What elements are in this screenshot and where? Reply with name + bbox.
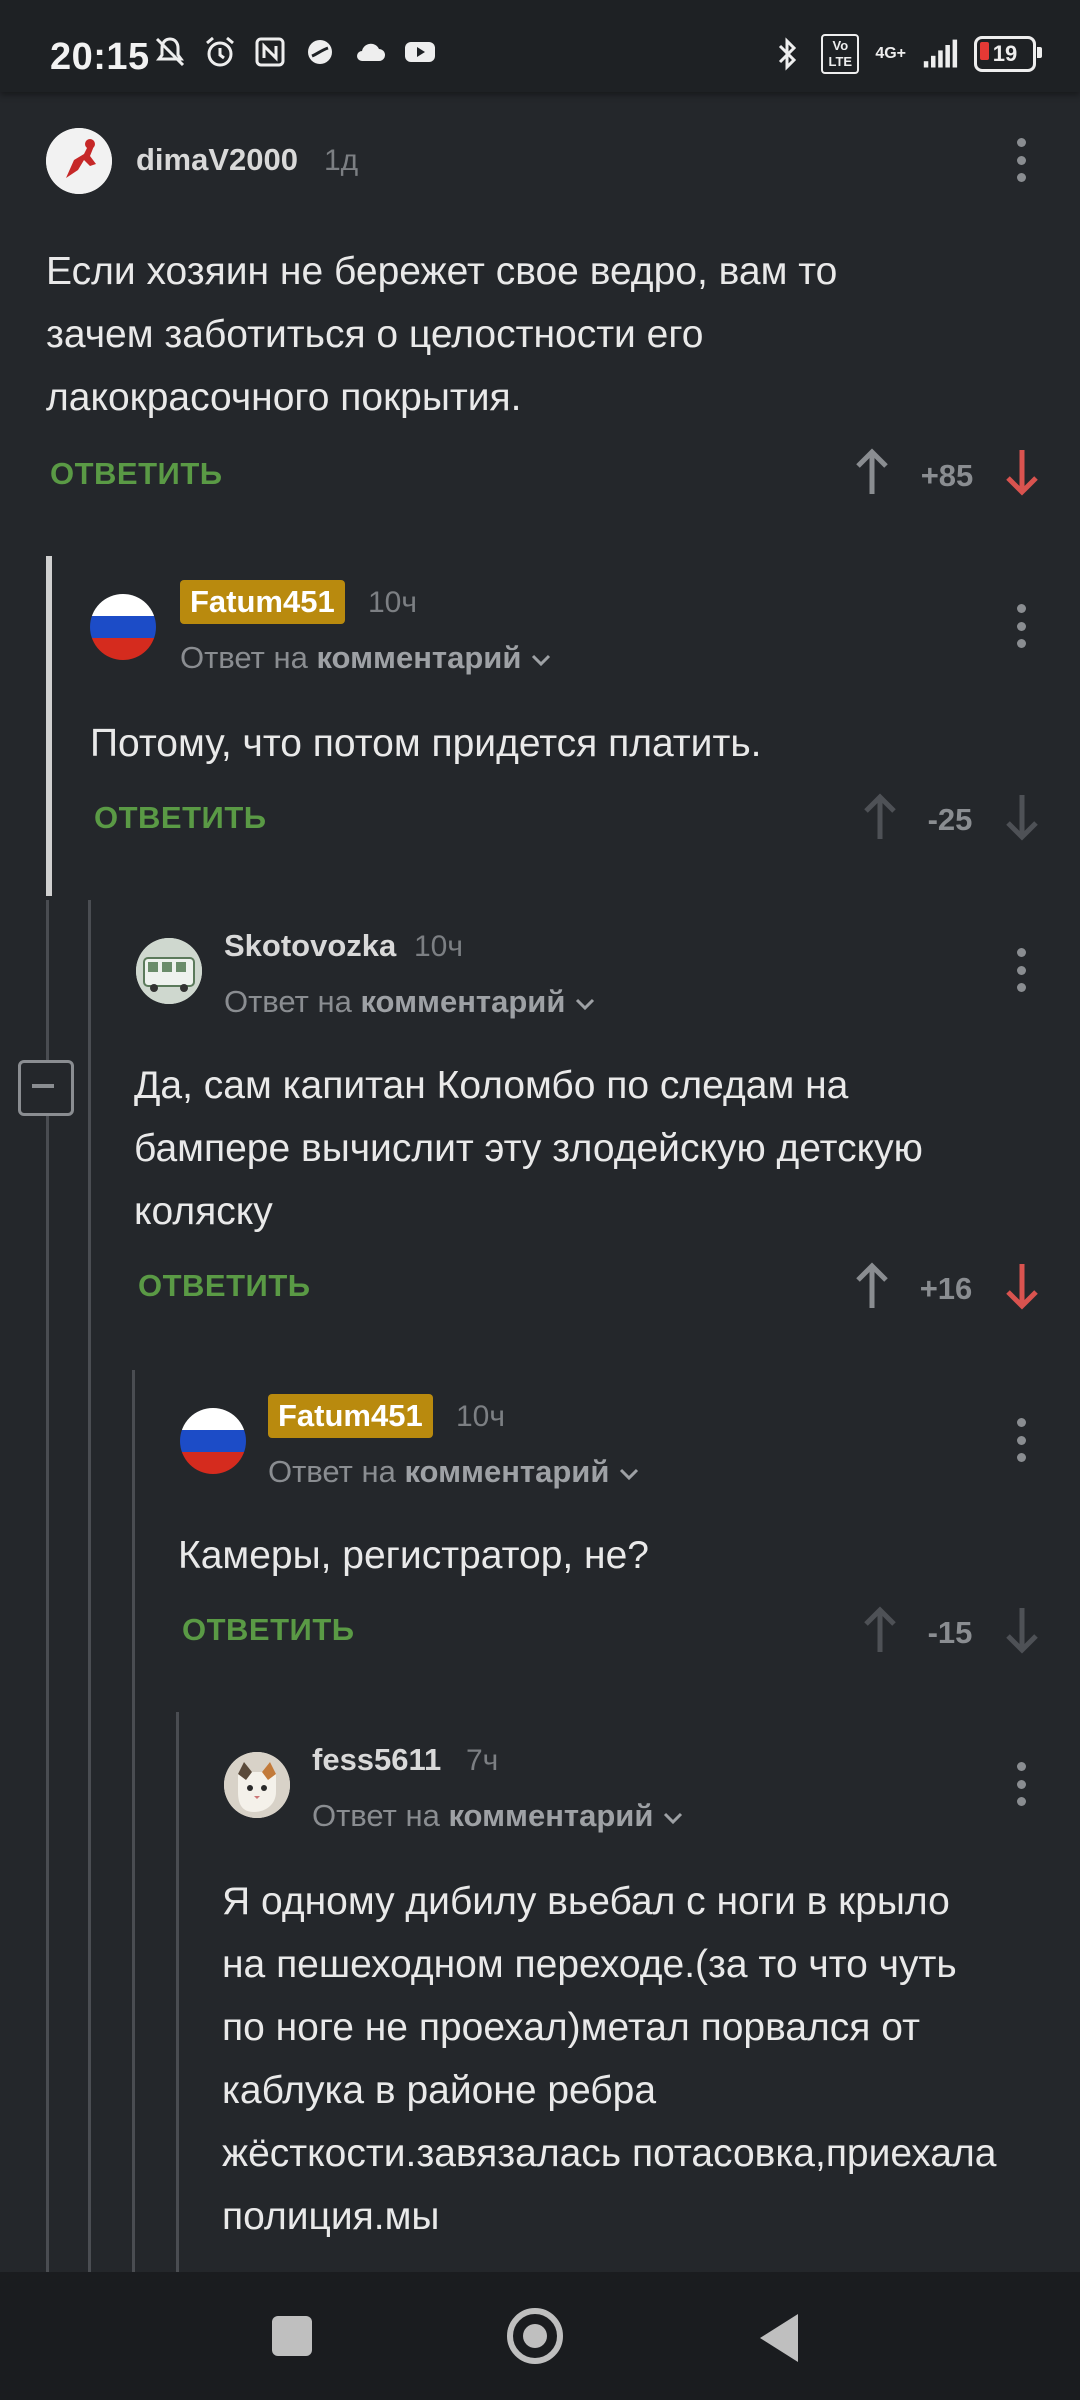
cat-avatar-icon [224, 1752, 290, 1818]
avatar[interactable] [136, 938, 202, 1004]
bus-avatar-icon [136, 938, 202, 1004]
more-options-icon[interactable] [1017, 948, 1027, 992]
username[interactable]: Skotovozka [224, 928, 396, 964]
reply-button[interactable]: ОТВЕТИТЬ [50, 456, 223, 492]
more-options-icon[interactable] [1017, 1762, 1027, 1806]
chevron-down-icon[interactable] [530, 652, 552, 668]
vote-score: -25 [927, 802, 973, 837]
reply-button[interactable]: ОТВЕТИТЬ [138, 1268, 311, 1304]
thread-line-level-2[interactable] [88, 900, 91, 2272]
comment-time: 10ч [368, 586, 417, 619]
reply-to-link[interactable]: Ответ на комментарий [180, 640, 552, 676]
status-bar: 20:15 Vo LTE 4G+ 19 [0, 0, 1080, 92]
comment-text: Потому, что потом придется платить. [90, 722, 762, 765]
username-badge[interactable]: Fatum451 [180, 580, 345, 624]
alarm-icon [202, 34, 238, 70]
more-options-icon[interactable] [1017, 1418, 1027, 1462]
cloud-icon [352, 34, 388, 70]
vote-score: -15 [927, 1615, 973, 1650]
reply-to-label: Ответ на [312, 1798, 440, 1833]
reply-button[interactable]: ОТВЕТИТЬ [182, 1612, 355, 1648]
username[interactable]: dimaV2000 [136, 142, 298, 178]
bluetooth-icon [769, 36, 805, 72]
more-options-icon[interactable] [1017, 604, 1027, 648]
avatar[interactable] [46, 128, 112, 194]
system-navigation-bar [0, 2272, 1080, 2400]
comment-time: 10ч [414, 930, 463, 963]
thread-line-level-3[interactable] [132, 1370, 135, 2272]
signal-icon [922, 36, 958, 72]
avatar[interactable] [224, 1752, 290, 1818]
thread-line-level-4[interactable] [176, 1712, 179, 2272]
status-icons-left [152, 34, 438, 70]
home-button[interactable] [507, 2308, 563, 2364]
avatar[interactable] [90, 594, 156, 660]
more-options-icon[interactable] [1017, 138, 1027, 182]
youtube-icon [402, 34, 438, 70]
reply-to-link[interactable]: Ответ на комментарий [224, 984, 596, 1020]
username-badge[interactable]: Fatum451 [268, 1394, 433, 1438]
back-button[interactable] [760, 2314, 798, 2362]
comment-text: Я одному дибилу вьебал с ноги в крыло на… [222, 1880, 997, 2238]
reply-to-label: Ответ на [180, 640, 308, 675]
chevron-down-icon[interactable] [662, 1810, 684, 1826]
chevron-down-icon[interactable] [618, 1466, 640, 1482]
upvote-icon[interactable] [852, 1262, 892, 1310]
status-time: 20:15 [50, 36, 150, 78]
reply-to-target[interactable]: комментарий [404, 1454, 609, 1489]
reply-to-label: Ответ на [268, 1454, 396, 1489]
comment-text: Камеры, регистратор, не? [178, 1534, 649, 1577]
russian-flag-icon [90, 594, 156, 660]
comment-time: 7ч [466, 1744, 499, 1777]
comment-time: 1д [324, 144, 359, 177]
reply-to-target[interactable]: комментарий [316, 640, 521, 675]
comment-text: Если хозяин не бережет свое ведро, вам т… [46, 250, 838, 419]
reply-to-target[interactable]: комментарий [448, 1798, 653, 1833]
vote-score: +16 [919, 1271, 973, 1306]
volte-label: Vo LTE [821, 34, 860, 74]
reply-to-label: Ответ на [224, 984, 352, 1019]
network-type: 4G+ [875, 45, 906, 62]
reply-button[interactable]: ОТВЕТИТЬ [94, 800, 267, 836]
nfc-icon [252, 34, 288, 70]
recent-apps-button[interactable] [272, 2316, 312, 2356]
comment-time: 10ч [456, 1400, 505, 1433]
status-icons-right: Vo LTE 4G+ 19 [769, 34, 1042, 74]
vote-score: +85 [920, 458, 974, 493]
upvote-icon[interactable] [852, 448, 892, 496]
thread-line-level-1[interactable] [46, 556, 52, 896]
mute-icon [152, 34, 188, 70]
avatar[interactable] [180, 1408, 246, 1474]
reply-to-link[interactable]: Ответ на комментарий [312, 1798, 684, 1834]
collapse-thread-button[interactable] [18, 1060, 74, 1116]
reply-to-target[interactable]: комментарий [360, 984, 565, 1019]
downvote-icon[interactable] [1002, 1262, 1042, 1310]
russian-flag-icon [180, 1408, 246, 1474]
upvote-icon[interactable] [860, 793, 900, 841]
upvote-icon[interactable] [860, 1606, 900, 1654]
chevron-down-icon[interactable] [574, 996, 596, 1012]
downvote-icon[interactable] [1002, 793, 1042, 841]
downvote-icon[interactable] [1002, 448, 1042, 496]
downvote-icon[interactable] [1002, 1606, 1042, 1654]
battery-indicator: 19 [974, 36, 1042, 72]
cartoon-avatar-icon [46, 128, 112, 194]
reply-to-link[interactable]: Ответ на комментарий [268, 1454, 640, 1490]
comment-text: Да, сам капитан Коломбо по следам на бам… [134, 1064, 923, 1233]
username[interactable]: fess5611 [312, 1742, 441, 1778]
app-notification-icon [302, 34, 338, 70]
